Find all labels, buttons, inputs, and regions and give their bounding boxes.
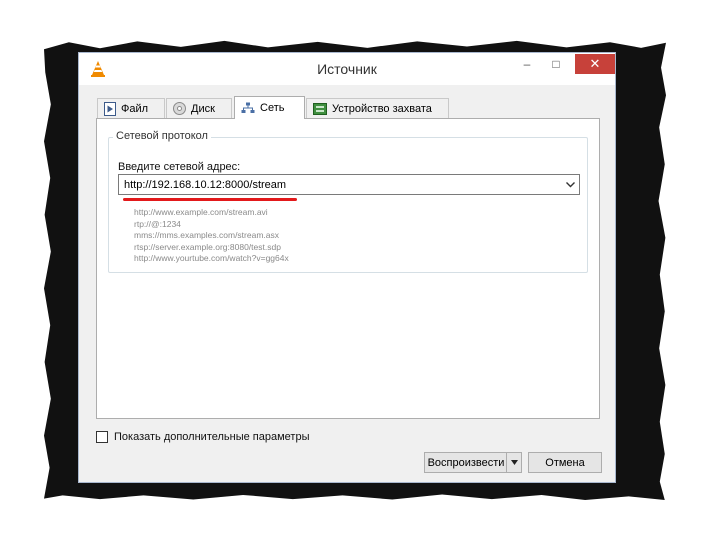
tab-network-label: Сеть <box>260 102 285 114</box>
example-url: http://www.example.com/stream.avi <box>134 207 268 217</box>
tab-disc-label: Диск <box>191 102 215 115</box>
address-examples: http://www.example.com/stream.avi rtp://… <box>134 207 289 265</box>
network-icon <box>241 102 255 113</box>
example-url: rtp://@:1234 <box>134 218 181 229</box>
title-bar: Источник – □ ✕ <box>79 53 615 85</box>
example-url: mms://mms.examples.com/stream.asx <box>134 230 279 240</box>
close-button[interactable]: ✕ <box>575 54 615 74</box>
tab-capture-device[interactable]: Устройство захвата <box>306 98 449 118</box>
highlight-underline <box>123 198 297 201</box>
maximize-button[interactable]: □ <box>542 54 570 74</box>
minimize-button[interactable]: – <box>513 54 541 74</box>
play-split-button: Воспроизвести <box>424 452 522 473</box>
advanced-options-checkbox[interactable] <box>96 431 108 443</box>
disc-icon <box>173 102 186 115</box>
open-media-dialog: Источник – □ ✕ Файл Диск Сеть Устройство… <box>78 52 616 483</box>
chevron-down-icon <box>565 181 575 187</box>
group-title: Сетевой протокол <box>113 130 211 142</box>
tab-file-label: Файл <box>121 102 149 115</box>
triangle-down-icon <box>510 460 518 465</box>
address-dropdown-button[interactable] <box>561 175 579 194</box>
tab-capture-device-label: Устройство захвата <box>332 102 432 115</box>
address-combobox[interactable] <box>118 174 580 195</box>
play-button[interactable]: Воспроизвести <box>425 453 507 472</box>
cancel-button[interactable]: Отмена <box>528 452 602 473</box>
file-icon <box>104 101 116 116</box>
tab-file[interactable]: Файл <box>97 98 165 118</box>
network-panel: Сетевой протокол Введите сетевой адрес: … <box>96 118 600 419</box>
capture-device-icon <box>313 102 327 115</box>
tab-network[interactable]: Сеть <box>234 96 305 119</box>
example-url: rtsp://server.example.org:8080/test.sdp <box>134 241 281 252</box>
advanced-options-row[interactable]: Показать дополнительные параметры <box>96 430 309 444</box>
play-dropdown-button[interactable] <box>506 453 521 472</box>
advanced-options-label[interactable]: Показать дополнительные параметры <box>114 431 309 443</box>
tab-disc[interactable]: Диск <box>166 98 232 118</box>
example-url: http://www.yourtube.com/watch?v=gg64x <box>134 253 289 263</box>
address-label: Введите сетевой адрес: <box>118 161 241 173</box>
network-protocol-group: Сетевой протокол Введите сетевой адрес: … <box>108 130 588 273</box>
address-input[interactable] <box>119 175 564 194</box>
